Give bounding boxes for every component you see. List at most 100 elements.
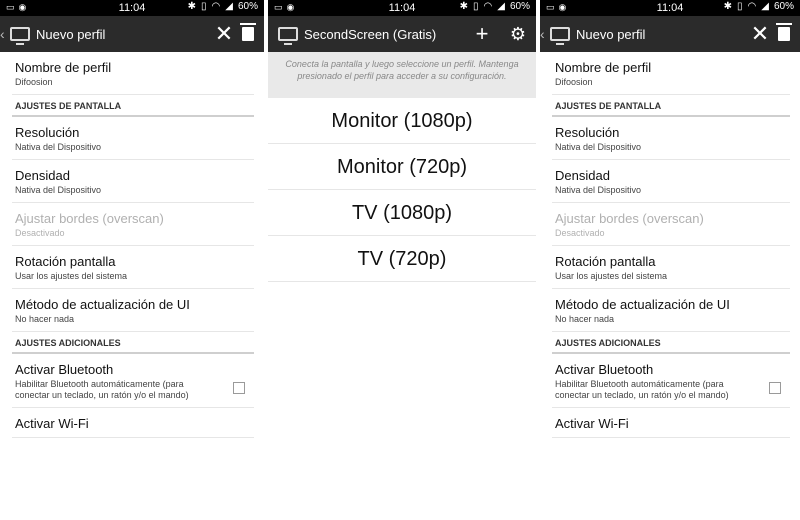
setting-title: Método de actualización de UI: [555, 297, 730, 312]
density-setting[interactable]: Densidad Nativa del Dispositivo: [12, 160, 254, 203]
status-time: 11:04: [118, 2, 146, 14]
density-setting[interactable]: Densidad Nativa del Dispositivo: [552, 160, 790, 203]
setting-summary: Nativa del Dispositivo: [15, 185, 102, 195]
status-time: 11:04: [656, 2, 684, 14]
section-header-display: AJUSTES DE PANTALLA: [12, 95, 254, 117]
image-notification-icon: ▭: [546, 2, 555, 12]
setting-summary: Desactivado: [555, 228, 605, 238]
bluetooth-icon: ✱: [459, 1, 469, 12]
battery-level: 60%: [237, 1, 258, 12]
setting-title: Método de actualización de UI: [15, 297, 190, 312]
setting-summary: No hacer nada: [15, 314, 75, 324]
bluetooth-icon: ✱: [187, 1, 197, 12]
close-icon[interactable]: ✕: [206, 21, 242, 47]
add-icon[interactable]: +: [464, 21, 500, 47]
settings-list: Nombre de perfil Difoosion AJUSTES DE PA…: [0, 52, 264, 438]
monitor-app-icon: [550, 27, 570, 45]
status-icons: ✱ ▯ ◠ ◢ 60%: [188, 1, 258, 12]
profile-name-setting[interactable]: Nombre de perfil Difoosion: [552, 52, 790, 95]
ui-refresh-setting[interactable]: Método de actualización de UI No hacer n…: [552, 289, 790, 332]
profile-name-setting[interactable]: Nombre de perfil Difoosion: [12, 52, 254, 95]
profile-item[interactable]: Monitor (720p): [268, 144, 536, 190]
battery-level: 60%: [773, 1, 794, 12]
setting-summary: Usar los ajustes del sistema: [555, 271, 668, 281]
status-bar: ▭ ◉ 11:04 ✱ ▯ ◠ ◢ 60%: [0, 0, 264, 16]
setting-title: Rotación pantalla: [15, 254, 116, 269]
setting-summary: Difoosion: [555, 77, 593, 87]
status-bar: ▭ ◉ 11:04 ✱ ▯ ◠ ◢ 60%: [540, 0, 800, 16]
profile-item[interactable]: Monitor (1080p): [268, 98, 536, 144]
overscan-setting: Ajustar bordes (overscan) Desactivado: [552, 203, 790, 246]
setting-summary: Nativa del Dispositivo: [555, 185, 642, 195]
rotation-setting[interactable]: Rotación pantalla Usar los ajustes del s…: [552, 246, 790, 289]
battery-level: 60%: [509, 1, 530, 12]
profile-item[interactable]: TV (720p): [268, 236, 536, 282]
setting-summary: Difoosion: [15, 77, 53, 87]
resolution-setting[interactable]: Resolución Nativa del Dispositivo: [12, 117, 254, 160]
profile-list: Monitor (1080p) Monitor (720p) TV (1080p…: [268, 98, 536, 282]
gear-icon[interactable]: ⚙: [500, 24, 536, 45]
wifi-icon: ◠: [211, 1, 221, 12]
signal-icon: ◢: [761, 1, 769, 12]
signal-icon: ◢: [225, 1, 233, 12]
setting-title: Ajustar bordes (overscan): [555, 211, 704, 226]
section-header-additional: AJUSTES ADICIONALES: [12, 332, 254, 354]
trash-icon[interactable]: [240, 23, 256, 41]
bluetooth-setting[interactable]: Activar Bluetooth Habilitar Bluetooth au…: [552, 354, 790, 408]
setting-title: Densidad: [555, 168, 610, 183]
bluetooth-icon: ✱: [723, 1, 733, 12]
vibrate-icon: ▯: [201, 1, 207, 12]
setting-summary: Habilitar Bluetooth automáticamente (par…: [555, 379, 729, 400]
setting-summary: Habilitar Bluetooth automáticamente (par…: [15, 379, 189, 400]
back-chevron-icon[interactable]: ‹: [540, 26, 548, 42]
action-bar: ‹ Nuevo perfil ✕: [540, 16, 800, 52]
left-screen: ▭ ◉ 11:04 ✱ ▯ ◠ ◢ 60% ‹ Nuevo perfil ✕ No…: [0, 0, 264, 520]
status-icons: ✱ ▯ ◠ ◢ 60%: [460, 1, 530, 12]
ui-refresh-setting[interactable]: Método de actualización de UI No hacer n…: [12, 289, 254, 332]
rotation-setting[interactable]: Rotación pantalla Usar los ajustes del s…: [12, 246, 254, 289]
resolution-setting[interactable]: Resolución Nativa del Dispositivo: [552, 117, 790, 160]
setting-title: Activar Bluetooth: [555, 362, 654, 377]
notification-icons: ▭ ◉: [6, 2, 26, 13]
setting-summary: Nativa del Dispositivo: [15, 142, 102, 152]
setting-summary: Desactivado: [15, 228, 65, 238]
section-header-display: AJUSTES DE PANTALLA: [552, 95, 790, 117]
right-screen: ▭ ◉ 11:04 ✱ ▯ ◠ ◢ 60% ‹ Nuevo perfil ✕ No…: [540, 0, 800, 520]
setting-title: Resolución: [555, 125, 620, 140]
monitor-app-icon: [10, 27, 30, 45]
setting-title: Rotación pantalla: [555, 254, 656, 269]
monitor-app-icon: [278, 27, 298, 45]
wifi-icon: ◠: [747, 1, 757, 12]
vibrate-icon: ▯: [473, 1, 479, 12]
bluetooth-checkbox[interactable]: [769, 382, 781, 394]
bluetooth-checkbox[interactable]: [233, 382, 245, 394]
notification-icons: ▭ ◉: [546, 2, 566, 13]
sync-notification-icon: ◉: [558, 2, 567, 12]
bluetooth-setting[interactable]: Activar Bluetooth Habilitar Bluetooth au…: [12, 354, 254, 408]
wifi-setting[interactable]: Activar Wi-Fi: [552, 408, 790, 438]
setting-title: Resolución: [15, 125, 80, 140]
action-bar: SecondScreen (Gratis) + ⚙: [268, 16, 536, 52]
sync-notification-icon: ◉: [286, 2, 295, 12]
sync-notification-icon: ◉: [18, 2, 27, 12]
instructions-text: Conecta la pantalla y luego seleccione u…: [268, 52, 536, 98]
close-icon[interactable]: ✕: [742, 21, 778, 47]
vibrate-icon: ▯: [737, 1, 743, 12]
settings-list: Nombre de perfil Difoosion AJUSTES DE PA…: [540, 52, 800, 438]
setting-title: Activar Wi-Fi: [555, 416, 629, 431]
setting-title: Activar Wi-Fi: [15, 416, 89, 431]
action-bar: ‹ Nuevo perfil ✕: [0, 16, 264, 52]
section-header-additional: AJUSTES ADICIONALES: [552, 332, 790, 354]
setting-title: Densidad: [15, 168, 70, 183]
profile-item[interactable]: TV (1080p): [268, 190, 536, 236]
wifi-icon: ◠: [483, 1, 493, 12]
trash-icon[interactable]: [776, 23, 792, 41]
image-notification-icon: ▭: [6, 2, 15, 12]
middle-screen: ▭ ◉ 11:04 ✱ ▯ ◠ ◢ 60% SecondScreen (Grati…: [268, 0, 536, 520]
image-notification-icon: ▭: [274, 2, 283, 12]
app-title: SecondScreen (Gratis): [304, 26, 437, 42]
status-icons: ✱ ▯ ◠ ◢ 60%: [724, 1, 794, 12]
wifi-setting[interactable]: Activar Wi-Fi: [12, 408, 254, 438]
back-chevron-icon[interactable]: ‹: [0, 26, 8, 42]
screen-title: Nuevo perfil: [36, 26, 106, 42]
